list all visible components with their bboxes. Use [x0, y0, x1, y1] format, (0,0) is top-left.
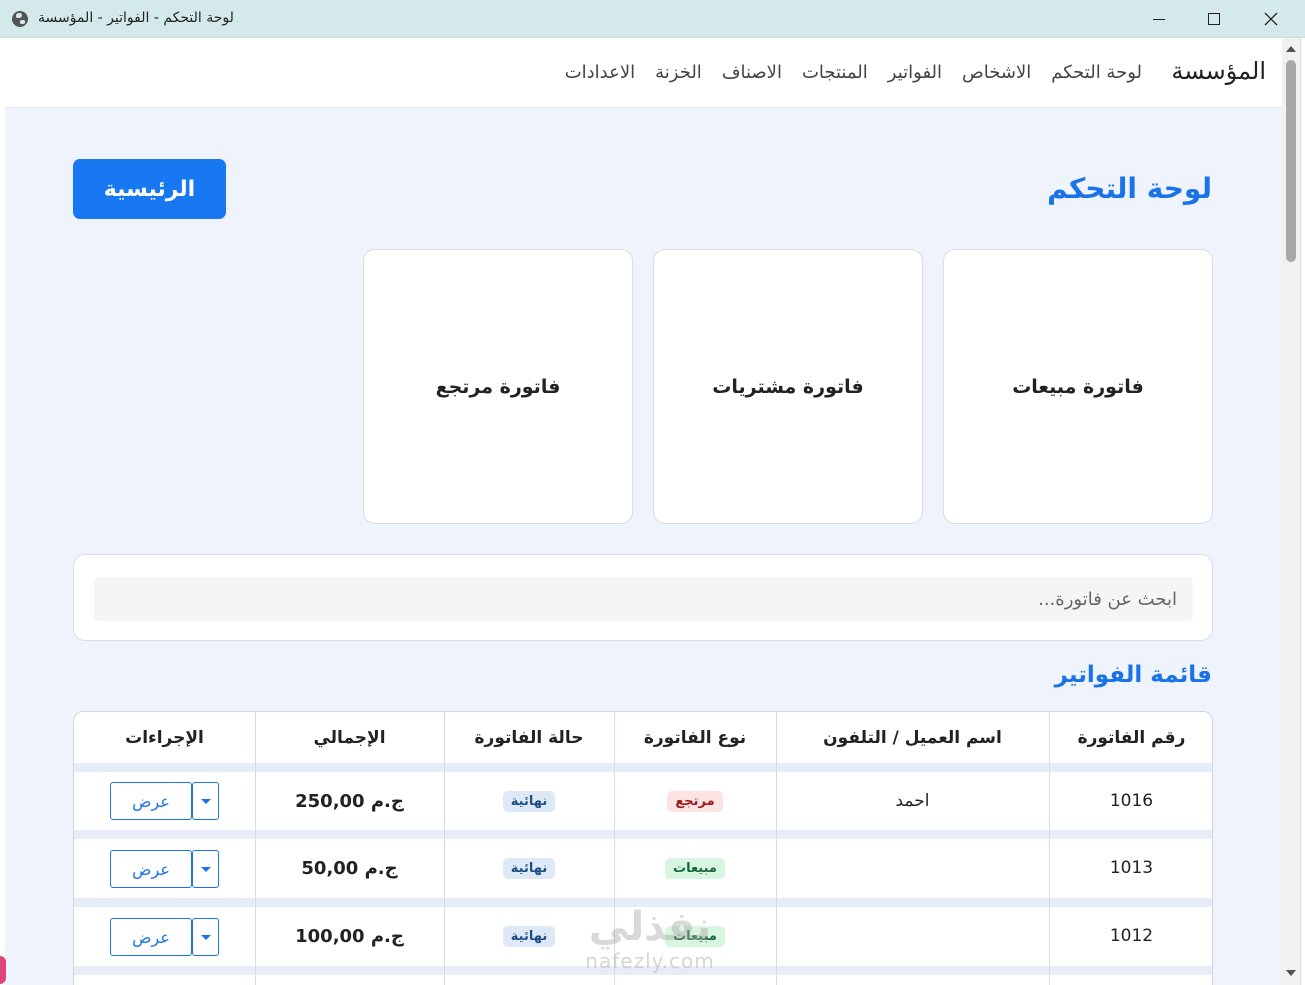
invoice-number: 1013: [1109, 858, 1154, 878]
invoice-list-title: قائمة الفواتير: [1054, 662, 1212, 688]
invoice-status-badge: نهائية: [502, 790, 556, 812]
desktop-edge-marker: [0, 956, 6, 984]
row-divider: [74, 763, 1212, 772]
invoice-number: 1016: [1109, 791, 1154, 811]
nav-item-settings[interactable]: الاعدادات: [565, 62, 635, 83]
scroll-up-arrow-icon[interactable]: [1286, 46, 1296, 52]
maximize-icon: [1208, 13, 1220, 25]
nav-item-products[interactable]: المنتجات: [802, 62, 868, 83]
invoice-type-cell: مرتجع: [614, 772, 776, 830]
nav-item-treasury[interactable]: الخزنة: [655, 62, 702, 83]
invoice-type-badge: مرتجع: [667, 790, 723, 812]
col-header-customer: اسم العميل / التلفون: [823, 728, 1002, 748]
customer-name: [776, 839, 1049, 897]
row-divider: [74, 830, 1212, 839]
invoice-number: 1012: [1109, 926, 1154, 946]
invoice-status-badge: نهائية: [502, 925, 556, 947]
customer-name: احمد: [895, 791, 930, 811]
scroll-down-arrow-icon[interactable]: [1286, 970, 1296, 976]
col-header-total: الإجمالي: [313, 728, 386, 748]
caret-down-icon: [200, 934, 211, 940]
purchases-invoice-label: فاتورة مشتريات: [712, 375, 864, 398]
nav-menu: لوحة التحكم الاشخاص الفواتير المنتجات ال…: [565, 62, 1142, 83]
invoice-total: 100,00 ج.م: [295, 925, 404, 947]
search-panel: [73, 554, 1213, 641]
invoice-type-badge: مبيعات: [665, 925, 725, 947]
caret-down-icon: [200, 798, 211, 804]
customer-name: [776, 907, 1049, 965]
purchases-invoice-card[interactable]: فاتورة مشتريات: [653, 249, 923, 524]
view-button[interactable]: عرض: [110, 850, 192, 888]
sales-invoice-card[interactable]: فاتورة مبيعات: [943, 249, 1213, 524]
returns-invoice-card[interactable]: فاتورة مرتجع: [363, 249, 633, 524]
invoice-status-cell: نهائية: [444, 772, 614, 830]
col-header-number: رقم الفاتورة: [1077, 728, 1186, 748]
sales-invoice-label: فاتورة مبيعات: [1012, 375, 1144, 398]
page-title: لوحة التحكم: [1047, 172, 1212, 205]
actions-dropdown-toggle[interactable]: [192, 782, 219, 820]
top-navbar: المؤسسة لوحة التحكم الاشخاص الفواتير الم…: [5, 38, 1282, 108]
nav-item-invoices[interactable]: الفواتير: [888, 62, 942, 83]
close-button[interactable]: [1248, 0, 1294, 38]
maximize-button[interactable]: [1191, 0, 1237, 38]
actions-dropdown-toggle[interactable]: [192, 918, 219, 956]
invoice-total: 250,00 ج.م: [295, 790, 404, 812]
returns-invoice-label: فاتورة مرتجع: [435, 375, 561, 398]
invoice-total: 50,00 ج.م: [301, 857, 398, 879]
row-divider: [74, 898, 1212, 907]
app-content: المؤسسة لوحة التحكم الاشخاص الفواتير الم…: [5, 38, 1282, 985]
actions-dropdown-toggle[interactable]: [192, 850, 219, 888]
window-titlebar: لوحة التحكم - الفواتير - المؤسسة: [0, 0, 1305, 38]
view-button[interactable]: عرض: [110, 782, 192, 820]
invoice-status-cell: نهائية: [444, 907, 614, 965]
invoice-status-badge: نهائية: [502, 857, 556, 879]
nav-item-dashboard[interactable]: لوحة التحكم: [1051, 62, 1142, 83]
scroll-thumb[interactable]: [1286, 60, 1296, 262]
col-header-status: حالة الفاتورة: [474, 728, 584, 748]
invoice-search-input[interactable]: [94, 577, 1193, 621]
row-divider: [74, 966, 1212, 975]
invoice-type-cell: مبيعات: [614, 839, 776, 897]
col-header-actions: الإجراءات: [125, 728, 204, 748]
minimize-button[interactable]: [1136, 0, 1182, 38]
nav-item-categories[interactable]: الاصناف: [722, 62, 782, 83]
view-button[interactable]: عرض: [110, 918, 192, 956]
invoice-type-cell: مبيعات: [614, 907, 776, 965]
minimize-icon: [1153, 18, 1165, 20]
invoices-table: رقم الفاتورة اسم العميل / التلفون نوع ال…: [73, 711, 1213, 985]
brand-name[interactable]: المؤسسة: [1171, 57, 1266, 85]
window-title: لوحة التحكم - الفواتير - المؤسسة: [38, 10, 234, 26]
vertical-scrollbar[interactable]: [1282, 38, 1300, 985]
invoice-status-cell: نهائية: [444, 839, 614, 897]
invoice-type-badge: مبيعات: [665, 857, 725, 879]
nav-item-people[interactable]: الاشخاص: [962, 62, 1031, 83]
close-icon: [1264, 12, 1278, 26]
caret-down-icon: [200, 866, 211, 872]
col-header-type: نوع الفاتورة: [643, 728, 747, 748]
home-button[interactable]: الرئيسية: [73, 159, 226, 219]
desktop-edge: [1300, 38, 1305, 985]
globe-icon: [12, 11, 28, 27]
